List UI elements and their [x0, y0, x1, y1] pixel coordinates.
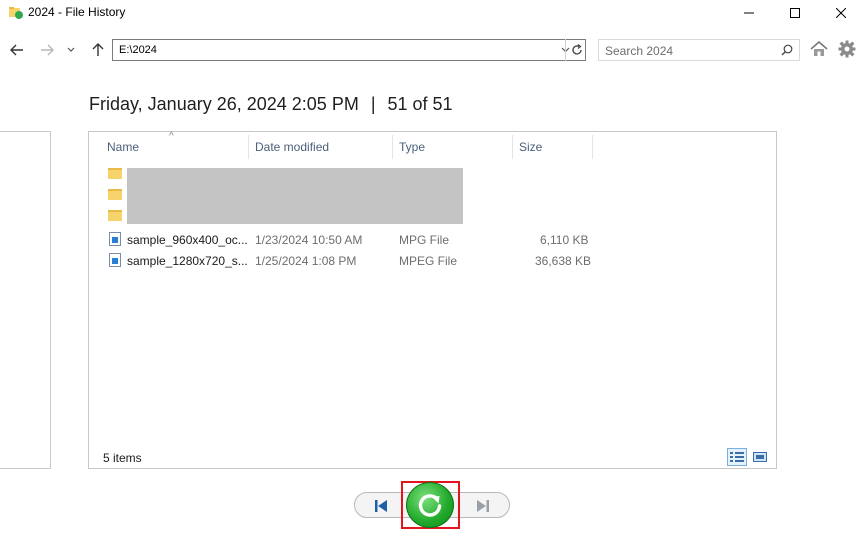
- recent-locations-button[interactable]: [60, 37, 82, 63]
- file-name: sample_1280x720_s...: [127, 254, 248, 268]
- file-size: 36,638 KB: [535, 254, 592, 268]
- file-history-folder-icon: [9, 7, 23, 19]
- chevron-down-icon: [67, 47, 75, 52]
- details-view-button[interactable]: [727, 448, 747, 466]
- search-input[interactable]: Search 2024: [605, 44, 673, 58]
- file-size: 6,110 KB: [540, 233, 589, 247]
- file-date: 1/25/2024 1:08 PM: [255, 254, 357, 268]
- search-icon[interactable]: [781, 44, 793, 56]
- column-header-name[interactable]: Name: [101, 132, 139, 159]
- forward-button[interactable]: [36, 37, 58, 63]
- list-item[interactable]: [108, 207, 122, 223]
- refresh-button[interactable]: [565, 39, 587, 61]
- list-item[interactable]: [108, 165, 122, 181]
- arrow-right-icon: [41, 44, 54, 56]
- redacted-region: [127, 168, 463, 224]
- file-type: MPEG File: [399, 254, 458, 268]
- column-header-date-modified[interactable]: Date modified: [249, 132, 329, 159]
- file-type: MPG File: [399, 233, 450, 247]
- close-button[interactable]: [818, 0, 864, 26]
- file-name: sample_960x400_oc...: [127, 233, 248, 247]
- table-row[interactable]: sample_960x400_oc... 1/23/2024 10:50 AM …: [89, 229, 776, 250]
- up-button[interactable]: [87, 37, 109, 63]
- home-icon[interactable]: [810, 41, 828, 57]
- address-text[interactable]: E:\2024: [119, 44, 157, 56]
- back-button[interactable]: [6, 37, 28, 63]
- previous-snapshot-pane[interactable]: [0, 131, 51, 469]
- search-box[interactable]: Search 2024: [598, 39, 800, 61]
- gear-icon[interactable]: [838, 40, 856, 58]
- minimize-button[interactable]: [726, 0, 772, 26]
- maximize-icon: [790, 8, 800, 18]
- sort-ascending-icon: ^: [169, 131, 174, 142]
- item-count: 5 items: [103, 451, 142, 465]
- skip-next-icon: [477, 500, 489, 512]
- column-header-size[interactable]: Size: [513, 132, 542, 159]
- column-divider[interactable]: [592, 135, 593, 159]
- table-row[interactable]: sample_1280x720_s... 1/25/2024 1:08 PM M…: [89, 250, 776, 271]
- close-icon: [836, 8, 846, 18]
- video-file-icon: [109, 253, 121, 267]
- large-icons-view-button[interactable]: [750, 448, 770, 466]
- restore-button[interactable]: [406, 482, 454, 528]
- arrow-left-icon: [10, 44, 23, 56]
- navigation-bar: E:\2024 Search 2024: [0, 37, 864, 63]
- restore-icon: [418, 494, 442, 517]
- details-view-icon: [730, 452, 744, 462]
- snapshot-datetime: Friday, January 26, 2024 2:05 PM: [89, 94, 359, 114]
- next-version-button[interactable]: [473, 497, 493, 515]
- large-icons-view-icon: [753, 452, 767, 462]
- video-file-icon: [109, 232, 121, 246]
- refresh-icon: [571, 44, 582, 55]
- arrow-up-icon: [92, 43, 104, 56]
- folder-icon: [108, 168, 122, 179]
- window-title: 2024 - File History: [28, 5, 126, 19]
- folder-icon: [108, 189, 122, 200]
- minimize-icon: [744, 12, 754, 14]
- file-date: 1/23/2024 10:50 AM: [255, 233, 363, 247]
- skip-previous-icon: [375, 500, 387, 512]
- file-list-pane: ^ Name Date modified Type Size sample_96…: [88, 131, 777, 469]
- snapshot-heading: Friday, January 26, 2024 2:05 PM | 51 of 5…: [89, 94, 453, 115]
- address-bar[interactable]: E:\2024: [112, 39, 586, 61]
- column-header-type[interactable]: Type: [393, 132, 425, 159]
- maximize-button[interactable]: [772, 0, 818, 26]
- title-bar: 2024 - File History: [0, 0, 864, 26]
- previous-version-button[interactable]: [371, 497, 391, 515]
- folder-icon: [108, 210, 122, 221]
- snapshot-position: 51 of 51: [387, 94, 453, 114]
- heading-separator: |: [370, 94, 376, 114]
- list-item[interactable]: [108, 186, 122, 202]
